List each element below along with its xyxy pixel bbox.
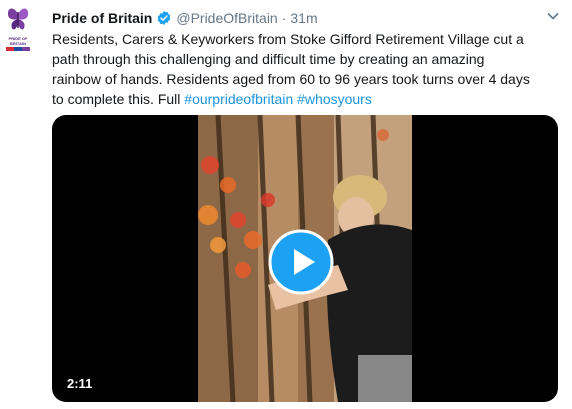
tweet-text: Residents, Carers & Keyworkers from Stok… (52, 29, 557, 109)
tweet-text-line: to complete this. Full (52, 91, 185, 107)
tweet-header: Pride of Britain @PrideOfBritain · 31m (52, 9, 318, 27)
play-icon[interactable] (268, 229, 334, 295)
author-handle[interactable]: @PrideOfBritain (176, 10, 277, 26)
author-name[interactable]: Pride of Britain (52, 10, 152, 26)
video-player[interactable]: 2:11 (52, 115, 558, 402)
tweet-text-line: rainbow of hands. Residents aged from 60… (52, 71, 530, 87)
avatar-logo-text: PRIDE OF BRITAIN (6, 36, 30, 51)
hashtag-link[interactable]: #ourprideofbritain (184, 91, 293, 107)
video-duration: 2:11 (62, 373, 98, 394)
verified-badge-icon (158, 11, 171, 25)
tweet-timestamp[interactable]: 31m (290, 10, 317, 26)
hashtag-link[interactable]: #whosyours (297, 91, 372, 107)
tweet-text-line: path through this challenging and diffic… (52, 51, 485, 67)
avatar[interactable]: PRIDE OF BRITAIN (6, 6, 30, 52)
tweet-text-line-last: to complete this. Full #ourprideofbritai… (52, 89, 557, 109)
separator-dot: · (281, 10, 287, 26)
chevron-down-icon[interactable] (545, 8, 561, 24)
butterfly-logo-icon (7, 8, 29, 30)
tweet-text-line: Residents, Carers & Keyworkers from Stok… (52, 31, 524, 47)
